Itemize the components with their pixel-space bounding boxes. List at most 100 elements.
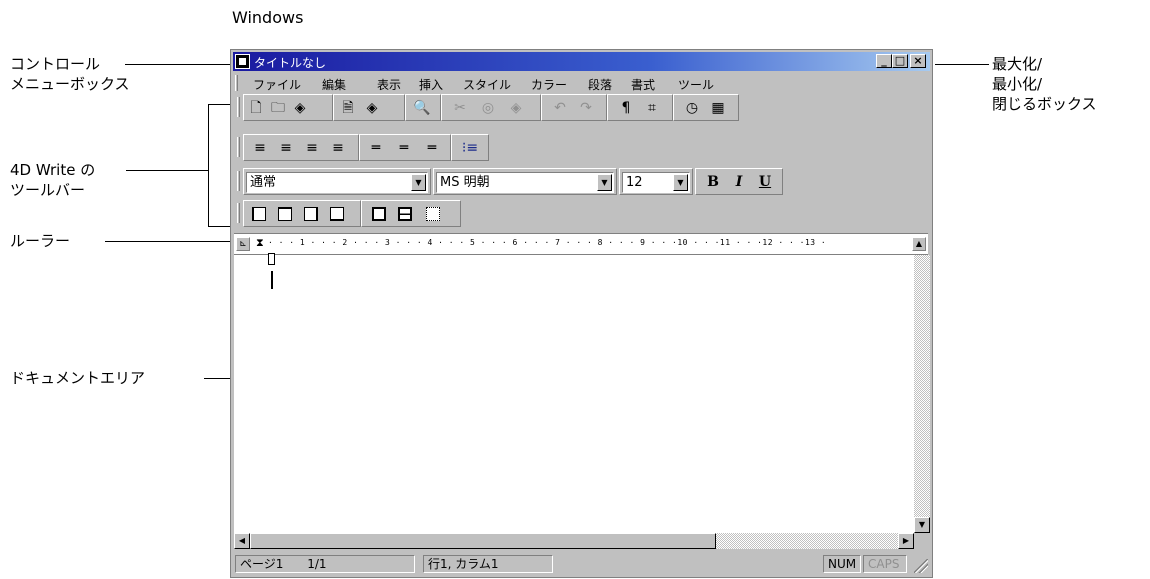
align-right-icon[interactable]: ≡ [302,138,322,158]
field-icon[interactable]: ⌗ [642,98,662,118]
border-top-icon[interactable] [278,207,292,221]
callout-toolbar-line2: ツールバー [10,181,86,199]
save-icon[interactable]: ◈ [290,98,310,118]
toolbar-group-paragraph: ¶ ⌗ [607,94,673,121]
scroll-down-icon[interactable]: ▼ [914,517,930,533]
status-position: 行1, カラム1 [423,555,553,573]
bullet-list-icon[interactable]: ⁝≡ [460,138,480,158]
menu-paragraph[interactable]: 段落 [588,76,612,93]
align-left-icon[interactable]: ≡ [250,138,270,158]
callout-ruler: ルーラー [10,232,71,250]
cut-icon[interactable]: ✂ [450,98,470,118]
toolbar-alignment-grip [237,137,240,157]
redo-icon[interactable]: ↷ [576,98,596,118]
spacing-single-icon[interactable]: ═ [366,138,386,158]
toolbar-group-print: 🗎 ◈ [333,94,405,121]
style-select[interactable]: 通常 ▼ [246,172,428,193]
print-preview-icon[interactable]: 🗎 [338,98,358,118]
chevron-down-icon[interactable]: ▼ [411,174,426,191]
status-caps: CAPS [863,555,907,573]
pilcrow-icon[interactable]: ¶ [616,98,636,118]
menu-format[interactable]: 書式 [631,76,655,93]
toolbar-group-font: MS 明朝 ▼ [433,168,617,195]
hourglass-indent-icon[interactable]: ⧗ [256,236,264,250]
border-bottom-icon[interactable] [330,207,344,221]
spacing-double-icon[interactable]: ═ [422,138,442,158]
minimize-button[interactable]: _ [876,54,892,68]
border-box-icon[interactable] [372,207,386,221]
chevron-down-icon[interactable]: ▼ [673,174,688,191]
undo-icon[interactable]: ↶ [550,98,570,118]
toolbar-group-border-styles [361,200,461,227]
menu-insert[interactable]: 挿入 [419,76,443,93]
find-icon[interactable]: 🔍 [412,98,432,118]
tab-stop-icon[interactable]: ⊾ [236,237,250,251]
toolbar-group-align: ≡ ≡ ≡ ≡ [243,134,359,161]
copy-icon[interactable]: ◎ [478,98,498,118]
clock-icon[interactable]: ◷ [682,98,702,118]
print-icon[interactable]: ◈ [362,98,382,118]
open-folder-icon[interactable]: 🗀 [268,98,288,118]
callout-toolbar-leader [126,170,208,171]
align-center-icon[interactable]: ≡ [276,138,296,158]
title-bar[interactable]: タイトルなし _ □ × [233,52,930,71]
size-select[interactable]: 12 ▼ [622,172,690,193]
menu-view[interactable]: 表示 [377,76,401,93]
paste-icon[interactable]: ◈ [506,98,526,118]
border-left-icon[interactable] [252,207,266,221]
font-select-value: MS 明朝 [440,175,490,190]
figure-heading: Windows [232,8,304,27]
document-area[interactable] [234,253,914,533]
callout-control-menu-line1: コントロール [10,55,101,73]
callout-control-menu: コントロール メニューボックス [10,54,130,94]
style-select-value: 通常 [250,175,277,190]
toolbar-group-size: 12 ▼ [619,168,693,195]
menu-style[interactable]: スタイル [463,76,511,93]
bold-button[interactable]: B [702,172,724,192]
menu-file[interactable]: ファイル [253,76,301,93]
border-split-icon[interactable] [398,207,412,221]
menu-color[interactable]: カラー [531,76,567,93]
menu-tools[interactable]: ツール [678,76,714,93]
border-right-icon[interactable] [304,207,318,221]
menu-edit[interactable]: 編集 [322,76,346,93]
callout-window-buttons-line3: 閉じるボックス [992,95,1097,113]
close-button[interactable]: × [910,54,926,68]
app-window: タイトルなし _ □ × ファイル 編集 表示 挿入 スタイル カラー 段落 書… [230,49,933,578]
callout-control-menu-leader [125,64,230,65]
underline-button[interactable]: U [754,172,776,192]
control-menu-box-icon[interactable] [235,54,250,69]
toolbar-main-grip [237,97,240,117]
size-select-value: 12 [626,175,643,190]
menu-grip [235,75,238,91]
justify-icon[interactable]: ≡ [328,138,348,158]
font-select[interactable]: MS 明朝 ▼ [436,172,614,193]
horizontal-scroll-thumb[interactable] [250,533,716,549]
left-indent-marker-icon[interactable] [268,253,275,265]
toolbar-group-datetime: ◷ ▦ [673,94,739,121]
toolbar-borders [235,200,475,227]
status-page-panel: ページ1 1/1 [235,555,415,573]
horizontal-scrollbar[interactable]: ◀ ▶ [234,533,914,549]
ruler-scroll-up-icon[interactable]: ▲ [912,237,926,251]
vertical-scrollbar[interactable]: ▼ [914,255,930,533]
chevron-down-icon[interactable]: ▼ [597,174,612,191]
ruler[interactable]: ⊾ ⧗ · · · 1 · · · 2 · · · 3 · · · 4 · · … [234,233,928,255]
callout-toolbar-line1: 4D Write の [10,161,96,179]
spacing-half-icon[interactable]: ═ [394,138,414,158]
scroll-left-icon[interactable]: ◀ [234,533,250,549]
toolbar-group-style: 通常 ▼ [243,168,431,195]
window-title: タイトルなし [254,56,327,70]
toolbar-main: 🗋 🗀 ◈ 🗎 ◈ 🔍 ✂ ◎ ◈ ↶ ↷ ¶ ⌗ ◷ ▦ [235,94,765,121]
callout-toolbar-bracket [208,104,209,226]
calendar-icon[interactable]: ▦ [708,98,728,118]
resize-grip-icon[interactable] [914,559,928,573]
scroll-right-icon[interactable]: ▶ [898,533,914,549]
new-doc-icon[interactable]: 🗋 [246,98,266,118]
callout-control-menu-line2: メニューボックス [10,75,130,93]
italic-button[interactable]: I [728,172,750,192]
border-none-icon[interactable] [426,207,440,221]
toolbar-alignment: ≡ ≡ ≡ ≡ ═ ═ ═ ⁝≡ [235,134,505,161]
maximize-button[interactable]: □ [892,54,908,68]
callout-window-buttons-line2: 最小化/ [992,75,1043,93]
